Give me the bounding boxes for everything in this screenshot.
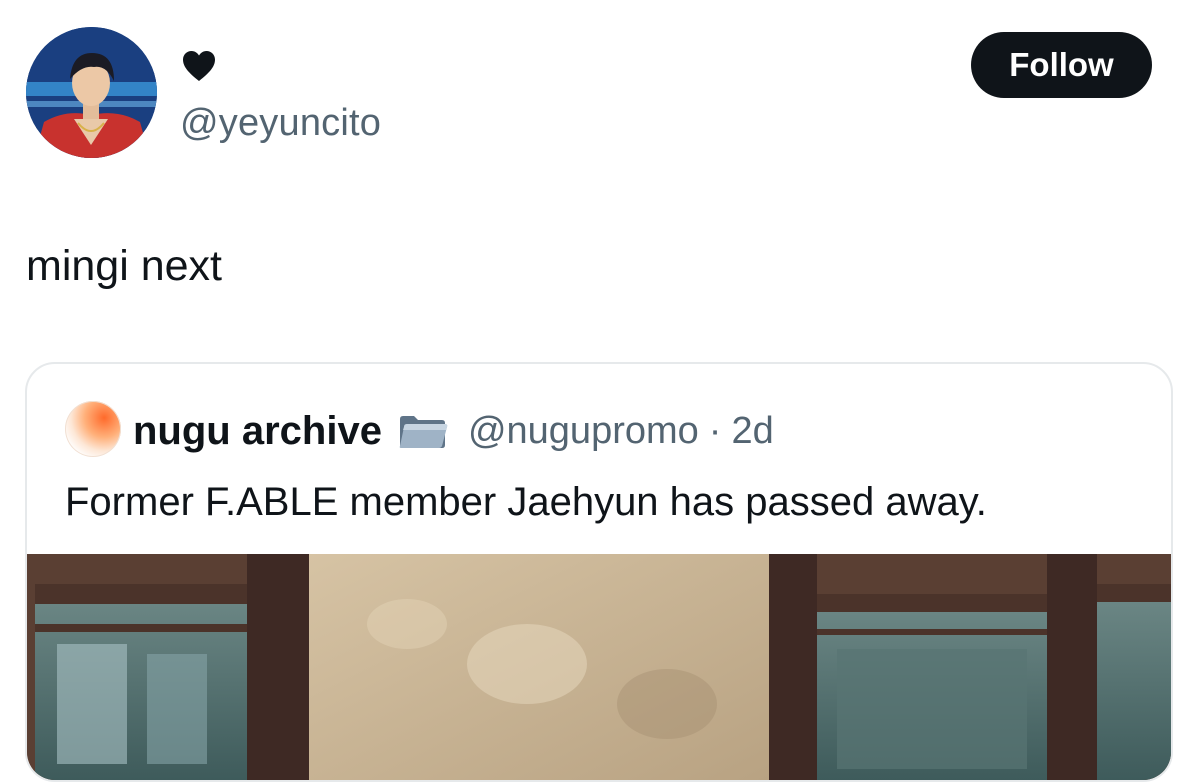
quote-header: nugu archive @nugupromo · 2d xyxy=(133,402,774,460)
author-display-name[interactable] xyxy=(182,44,216,88)
post-text: mingi next xyxy=(26,242,222,290)
quoted-tweet-card[interactable]: nugu archive @nugupromo · 2d Former F.AB… xyxy=(25,362,1173,782)
author-handle[interactable]: @yeyuncito xyxy=(180,100,381,146)
avatar-photo xyxy=(26,27,157,158)
author-avatar[interactable] xyxy=(26,27,157,158)
black-heart-icon xyxy=(183,51,215,81)
folder-icon xyxy=(399,416,448,448)
quote-text: Former F.ABLE member Jaehyun has passed … xyxy=(65,480,987,524)
quote-author-handle[interactable]: @nugupromo xyxy=(468,410,699,453)
quote-author-name[interactable]: nugu archive xyxy=(133,409,382,454)
follow-button[interactable]: Follow xyxy=(971,32,1152,98)
quote-timestamp[interactable]: 2d xyxy=(731,410,773,453)
separator-dot: · xyxy=(708,409,722,452)
attached-photo xyxy=(27,554,1171,780)
quote-author-avatar[interactable] xyxy=(65,401,121,457)
quote-media-image[interactable] xyxy=(27,554,1171,780)
